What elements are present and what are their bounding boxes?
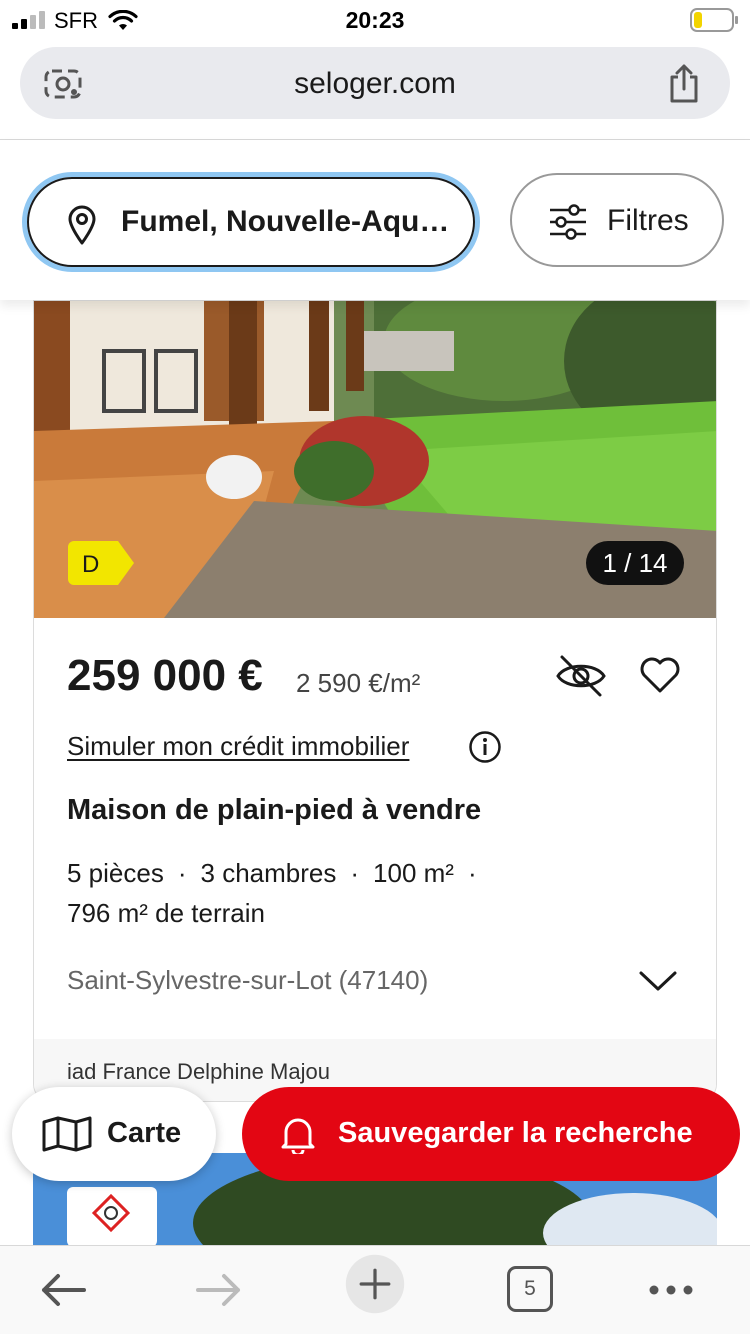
credit-simulator-link[interactable]: Simuler mon crédit immobilier	[67, 731, 409, 762]
price-per-m2: 2 590 €/m²	[296, 668, 421, 698]
listing-title: Maison de plain-pied à vendre	[67, 794, 482, 826]
hide-listing-icon[interactable]	[554, 653, 608, 699]
location-search-field[interactable]: Fumel, Nouvelle-Aqu…	[22, 172, 480, 272]
listing-features: 5 pièces · 3 chambres · 100 m² · 796 m² de te…	[67, 853, 687, 933]
separator-dot: ·	[467, 858, 477, 888]
clock: 20:23	[345, 7, 405, 33]
agency-logo-mark	[91, 1193, 131, 1233]
tabs-button[interactable]: 5	[507, 1266, 553, 1312]
favorite-heart-icon[interactable]	[638, 653, 682, 697]
save-search-button[interactable]: Sauvegarder la recherche	[242, 1087, 740, 1181]
more-options-icon[interactable]	[646, 1260, 696, 1320]
agency-name: iad France Delphine Majou	[67, 1059, 330, 1084]
bell-icon	[281, 1118, 315, 1154]
living-area: 100 m²	[373, 858, 454, 888]
browser-toolbar: 5	[0, 1245, 750, 1334]
chevron-down-icon[interactable]	[638, 965, 678, 995]
listing-photo[interactable]: D 1 / 14	[34, 301, 716, 618]
land-area: 796 m² de terrain	[67, 898, 265, 928]
back-arrow-icon[interactable]	[38, 1260, 88, 1320]
location-text: Fumel, Nouvelle-Aqu…	[121, 205, 450, 238]
photo-counter: 1 / 14	[586, 541, 684, 585]
save-search-label: Sauvegarder la recherche	[338, 1117, 693, 1149]
bedrooms-count: 3 chambres	[200, 858, 337, 888]
listing-price: 259 000 €	[67, 651, 263, 700]
status-bar: SFR 20:23	[0, 0, 750, 40]
energy-class-label: D	[82, 551, 100, 578]
map-view-button[interactable]: Carte	[12, 1087, 216, 1181]
new-tab-icon[interactable]	[338, 1254, 412, 1314]
filters-button[interactable]: Filtres	[510, 173, 724, 267]
search-header: Fumel, Nouvelle-Aqu… Filtres	[0, 140, 750, 300]
energy-class-badge	[68, 541, 134, 585]
separator-dot: ·	[177, 858, 187, 888]
map-button-label: Carte	[107, 1117, 182, 1149]
map-pin-icon	[68, 205, 96, 245]
url-text[interactable]: seloger.com	[20, 67, 730, 101]
address-bar[interactable]: seloger.com	[20, 47, 730, 119]
listing-card[interactable]: D 1 / 14 259 000 € 2 590 €/m² Simuler mo…	[33, 300, 717, 1102]
share-icon[interactable]	[668, 63, 700, 103]
forward-arrow-icon[interactable]	[194, 1260, 244, 1320]
filters-label: Filtres	[607, 204, 689, 237]
agency-logo	[67, 1187, 157, 1245]
map-icon	[42, 1116, 92, 1152]
battery-icon	[690, 8, 738, 32]
sliders-icon	[550, 204, 586, 240]
listing-locality: Saint-Sylvestre-sur-Lot (47140)	[67, 965, 429, 995]
info-icon[interactable]	[468, 730, 502, 764]
separator-dot: ·	[350, 858, 360, 888]
rooms-count: 5 pièces	[67, 858, 164, 888]
